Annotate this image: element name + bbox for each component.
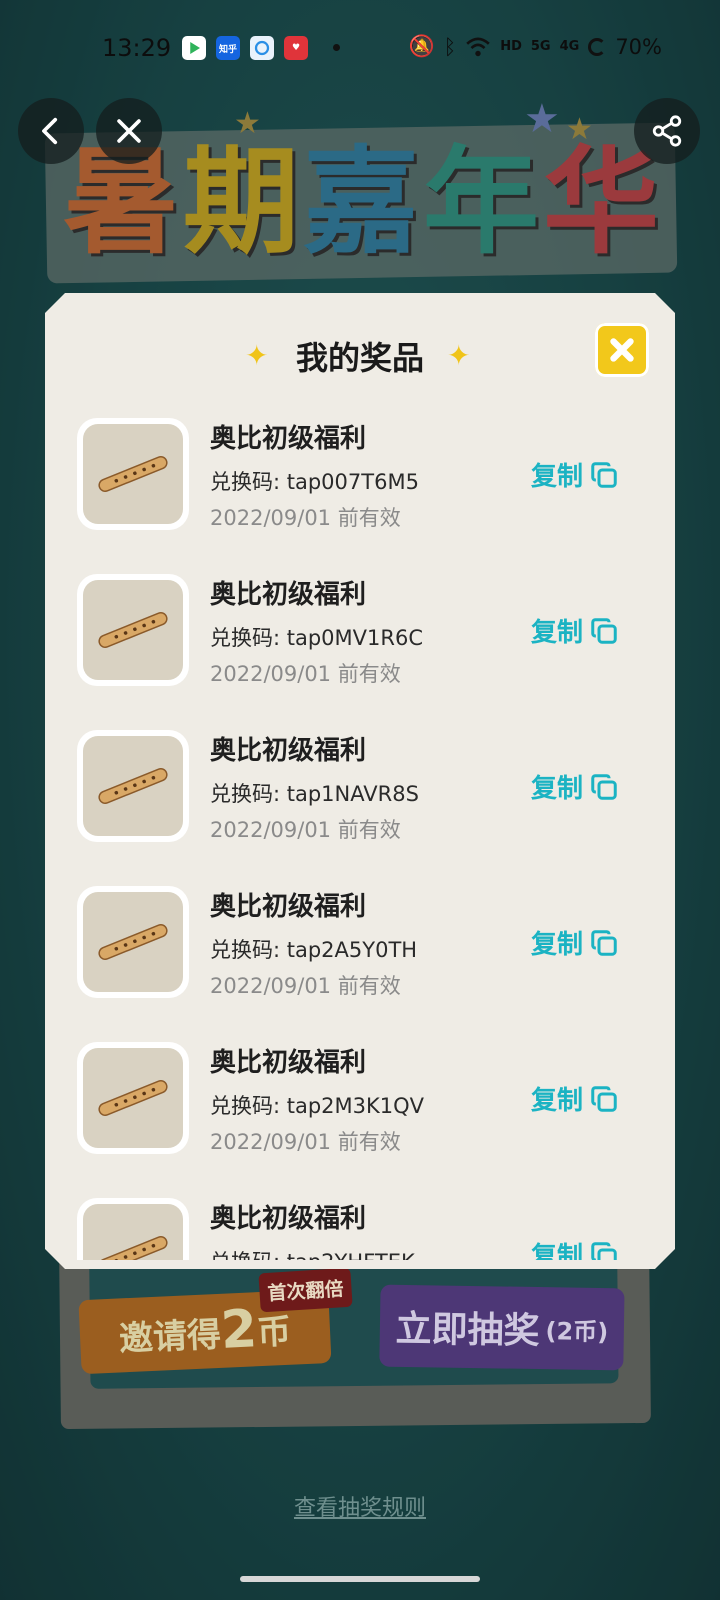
copy-button[interactable]: 复制 bbox=[531, 1080, 619, 1117]
prize-thumbnail bbox=[77, 1198, 189, 1260]
copy-icon bbox=[591, 461, 617, 488]
close-page-button[interactable] bbox=[96, 98, 162, 164]
heart-app-icon: ♥ bbox=[284, 36, 308, 60]
prize-row: 奥比初级福利 兑换码: tap2YHFTEK 2022/09/01 前有效 复制 bbox=[45, 1198, 675, 1260]
my-prizes-modal: ✦ 我的奖品 ✦ 奥比初级福利 兑换码: tap007T6M5 2022/09/… bbox=[45, 293, 675, 1269]
prize-thumbnail bbox=[77, 1042, 189, 1154]
prize-name: 奥比初级福利 bbox=[210, 736, 367, 766]
banner-char: 华 bbox=[543, 135, 659, 270]
prize-row: 奥比初级福利 兑换码: tap2A5Y0TH 2022/09/01 前有效 复制 bbox=[45, 886, 675, 1042]
expire-date: 2022/09/01 前有效 bbox=[210, 1130, 401, 1154]
prize-name: 奥比初级福利 bbox=[210, 892, 367, 922]
flute-icon bbox=[98, 924, 168, 960]
prize-thumbnail bbox=[77, 730, 189, 842]
flute-icon bbox=[98, 612, 168, 648]
close-icon bbox=[117, 119, 141, 143]
rules-link[interactable]: 查看抽奖规则 bbox=[0, 1490, 720, 1522]
redeem-code: 兑换码: tap1NAVR8S bbox=[210, 782, 419, 806]
prize-row: 奥比初级福利 兑换码: tap1NAVR8S 2022/09/01 前有效 复制 bbox=[45, 730, 675, 886]
copy-label: 复制 bbox=[531, 1086, 584, 1116]
redeem-code: 兑换码: tap2YHFTEK bbox=[210, 1246, 415, 1260]
prize-thumbnail bbox=[77, 418, 189, 530]
expire-date: 2022/09/01 前有效 bbox=[210, 974, 401, 998]
battery-percent: 70% bbox=[615, 34, 662, 59]
prize-thumbnail bbox=[77, 574, 189, 686]
prize-row: 奥比初级福利 兑换码: tap0MV1R6C 2022/09/01 前有效 复制 bbox=[45, 574, 675, 730]
star-icon: ★ bbox=[234, 106, 261, 141]
copy-icon bbox=[591, 617, 617, 644]
prize-name: 奥比初级福利 bbox=[210, 1048, 367, 1078]
star-icon: ★ bbox=[524, 96, 560, 142]
share-icon bbox=[652, 115, 682, 147]
mute-icon: 🔕 bbox=[408, 34, 435, 58]
copy-icon bbox=[591, 1241, 617, 1260]
invite-prefix: 邀请得 bbox=[118, 1314, 222, 1359]
draw-label: 立即抽奖 bbox=[395, 1308, 540, 1353]
prize-name: 奥比初级福利 bbox=[210, 1204, 367, 1234]
expire-date: 2022/09/01 前有效 bbox=[210, 506, 401, 530]
battery-icon bbox=[588, 37, 607, 56]
star-icon: ★ bbox=[566, 112, 593, 147]
zhihu-icon: 知乎 bbox=[216, 36, 240, 60]
status-time: 13:29 bbox=[102, 34, 172, 62]
double-badge: 首次翻倍 bbox=[258, 1267, 353, 1313]
redeem-code: 兑换码: tap2A5Y0TH bbox=[210, 938, 418, 962]
copy-label: 复制 bbox=[531, 618, 584, 648]
prize-row: 奥比初级福利 兑换码: tap007T6M5 2022/09/01 前有效 复制 bbox=[45, 418, 675, 574]
expire-date: 2022/09/01 前有效 bbox=[210, 662, 401, 686]
invite-number: 2 bbox=[219, 1299, 259, 1361]
flute-icon bbox=[98, 768, 168, 804]
browser-icon bbox=[250, 36, 274, 60]
draw-cost: (2币) bbox=[545, 1316, 609, 1346]
copy-button[interactable]: 复制 bbox=[531, 768, 619, 805]
expire-date: 2022/09/01 前有效 bbox=[210, 818, 401, 842]
notification-dot-icon bbox=[333, 44, 340, 51]
video-app-icon bbox=[182, 36, 206, 60]
hd-label: HD bbox=[500, 39, 522, 54]
signal-5g-label: 5G bbox=[530, 39, 551, 54]
copy-label: 复制 bbox=[531, 930, 584, 960]
prize-list[interactable]: 奥比初级福利 兑换码: tap007T6M5 2022/09/01 前有效 复制 bbox=[45, 418, 675, 1260]
flute-icon bbox=[98, 1236, 168, 1260]
status-bar: 13:29 知乎 ♥ 🔕 ᛒ HD 5G 4G 70% bbox=[0, 0, 720, 96]
lottery-panel: 邀请得 2 币 首次翻倍 立即抽奖 (2币) bbox=[59, 1242, 651, 1430]
banner-char: 期 bbox=[183, 135, 299, 270]
flute-icon bbox=[98, 456, 168, 492]
modal-title: 我的奖品 bbox=[295, 339, 424, 377]
gesture-bar[interactable] bbox=[240, 1576, 480, 1582]
copy-label: 复制 bbox=[531, 462, 584, 492]
wifi-icon bbox=[466, 37, 490, 56]
copy-icon bbox=[591, 1085, 617, 1112]
copy-icon bbox=[591, 929, 617, 956]
prize-row: 奥比初级福利 兑换码: tap2M3K1QV 2022/09/01 前有效 复制 bbox=[45, 1042, 675, 1198]
redeem-code: 兑换码: tap2M3K1QV bbox=[210, 1094, 425, 1118]
banner-char: 嘉 bbox=[303, 135, 419, 270]
flute-icon bbox=[98, 1080, 168, 1116]
chevron-left-icon bbox=[42, 117, 58, 145]
redeem-code: 兑换码: tap0MV1R6C bbox=[210, 626, 424, 650]
signal-4g-label: 4G bbox=[559, 39, 580, 54]
copy-label: 复制 bbox=[531, 1242, 584, 1260]
banner-char: 年 bbox=[423, 135, 539, 270]
prize-name: 奥比初级福利 bbox=[210, 580, 367, 610]
sparkle-icon: ✦ bbox=[447, 339, 471, 372]
share-button[interactable] bbox=[634, 98, 700, 164]
copy-label: 复制 bbox=[531, 774, 584, 804]
copy-button[interactable]: 复制 bbox=[531, 612, 619, 649]
prize-name: 奥比初级福利 bbox=[210, 424, 367, 454]
back-button[interactable] bbox=[18, 98, 84, 164]
modal-close-button[interactable] bbox=[595, 323, 649, 377]
copy-button[interactable]: 复制 bbox=[531, 924, 619, 961]
copy-icon bbox=[591, 773, 617, 800]
bluetooth-icon: ᛒ bbox=[443, 34, 457, 59]
prize-thumbnail bbox=[77, 886, 189, 998]
redeem-code: 兑换码: tap007T6M5 bbox=[210, 470, 419, 494]
copy-button[interactable]: 复制 bbox=[531, 1236, 619, 1260]
copy-button[interactable]: 复制 bbox=[531, 456, 619, 493]
close-icon bbox=[610, 338, 634, 362]
draw-button[interactable]: 立即抽奖 (2币) bbox=[379, 1284, 625, 1371]
